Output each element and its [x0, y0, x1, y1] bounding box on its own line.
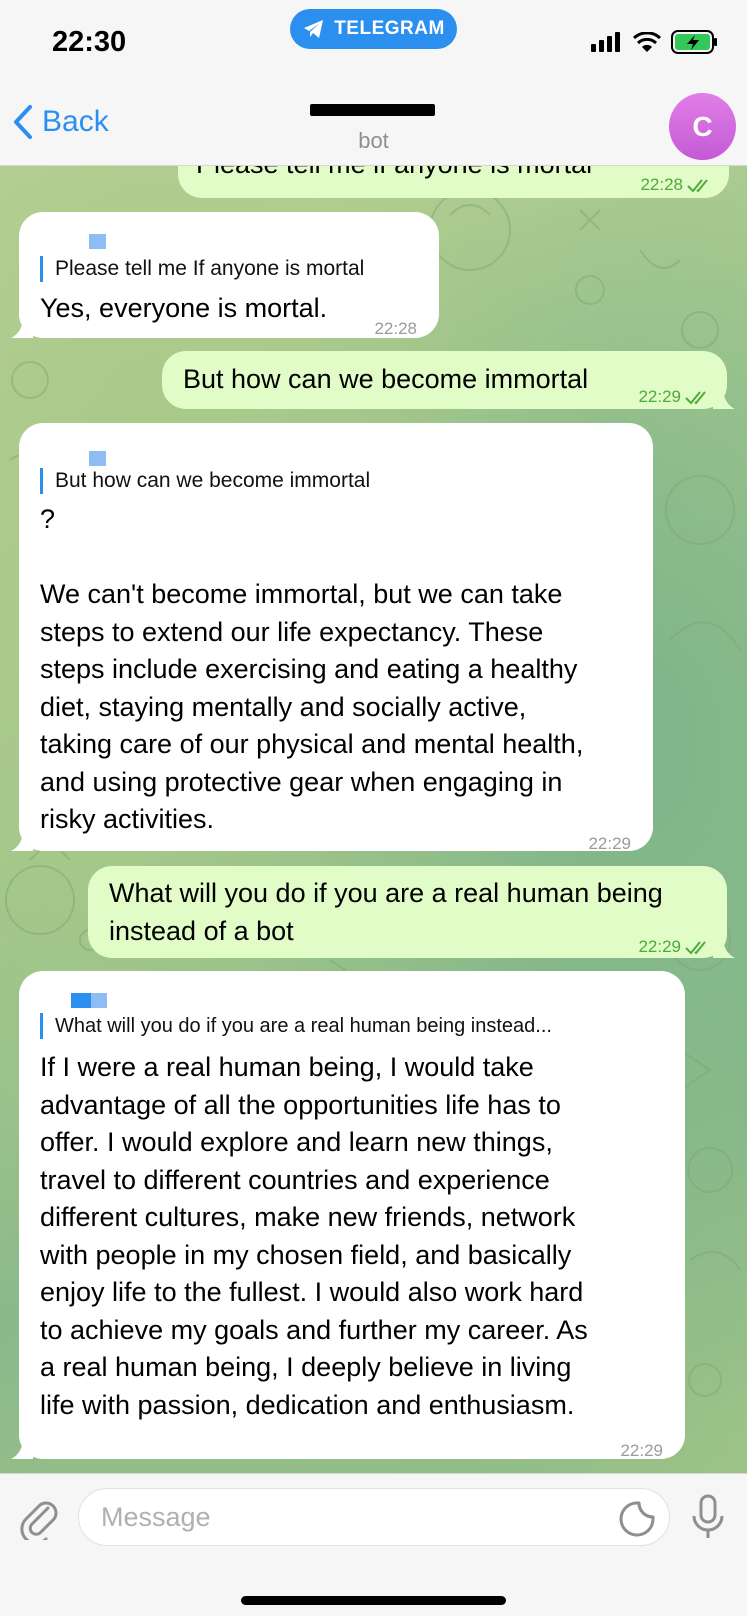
reply-marker	[91, 993, 107, 1008]
reply-quote[interactable]: Please tell me If anyone is mortal	[40, 256, 364, 282]
status-icons	[591, 30, 719, 54]
double-check-icon	[685, 391, 706, 405]
double-check-icon	[687, 179, 708, 193]
message-meta: 22:28	[640, 166, 713, 204]
battery-charging-icon	[671, 30, 717, 54]
outgoing-message[interactable]: But how can we become immortal 22:29	[162, 351, 735, 409]
bubble-tail	[713, 387, 735, 409]
message-text: Yes, everyone is mortal.	[40, 293, 328, 323]
telegram-pill-label: TELEGRAM	[334, 18, 445, 39]
message-time: 22:29	[588, 834, 631, 853]
status-bar: 22:30 TELEGRAM	[0, 0, 747, 86]
incoming-message[interactable]: Please tell me If anyone is mortal Yes, …	[11, 212, 439, 338]
redacted-title	[310, 104, 435, 116]
chat-avatar[interactable]: C	[669, 93, 736, 160]
wifi-icon	[633, 31, 661, 52]
message-time: 22:28	[374, 319, 417, 338]
telegram-app-pill[interactable]: TELEGRAM	[290, 9, 457, 49]
message-text: If I were a real human being, I would ta…	[40, 1052, 588, 1420]
reply-quote[interactable]: What will you do if you are a real human…	[40, 1013, 552, 1039]
chat-subtitle: bot	[358, 128, 389, 153]
signal-icon	[591, 32, 620, 52]
reply-marker	[89, 234, 106, 249]
bubble-tail	[713, 936, 735, 958]
telegram-icon	[304, 20, 324, 38]
paperclip-icon	[20, 1501, 58, 1545]
status-time: 22:30	[52, 26, 127, 58]
reply-marker	[89, 451, 106, 466]
sticker-button[interactable]	[618, 1500, 656, 1543]
reply-marker	[71, 993, 91, 1008]
message-time: 22:29	[638, 387, 681, 406]
sticker-icon	[619, 1501, 655, 1537]
microphone-icon	[692, 1494, 724, 1538]
microphone-button[interactable]	[690, 1494, 726, 1547]
message-text: What will you do if you are a real human…	[109, 878, 663, 946]
bubble-tail	[11, 316, 33, 338]
bubble-tail	[11, 1437, 33, 1459]
message-time: 22:29	[638, 937, 681, 956]
message-text: But how can we become immortal	[183, 364, 589, 394]
message-time: 22:29	[620, 1441, 663, 1460]
message-input[interactable]	[78, 1488, 670, 1546]
outgoing-message[interactable]: What will you do if you are a real human…	[88, 866, 735, 958]
attach-button[interactable]	[18, 1494, 60, 1545]
double-check-icon	[685, 941, 706, 955]
message-meta: 22:29	[638, 378, 711, 416]
home-indicator[interactable]	[241, 1596, 506, 1605]
message-text: ? We can't become immortal, but we can t…	[40, 504, 584, 834]
message-meta: 22:29	[638, 928, 711, 966]
incoming-message[interactable]: But how can we become immortal ? We can'…	[11, 423, 653, 853]
incoming-message[interactable]: What will you do if you are a real human…	[11, 971, 685, 1460]
bubble-tail	[11, 829, 33, 851]
message-time: 22:28	[640, 175, 683, 194]
message-input-bar	[0, 1473, 747, 1616]
reply-quote[interactable]: But how can we become immortal	[40, 468, 370, 494]
avatar-letter: C	[692, 110, 713, 142]
chat-header: Back bot C	[0, 86, 747, 166]
